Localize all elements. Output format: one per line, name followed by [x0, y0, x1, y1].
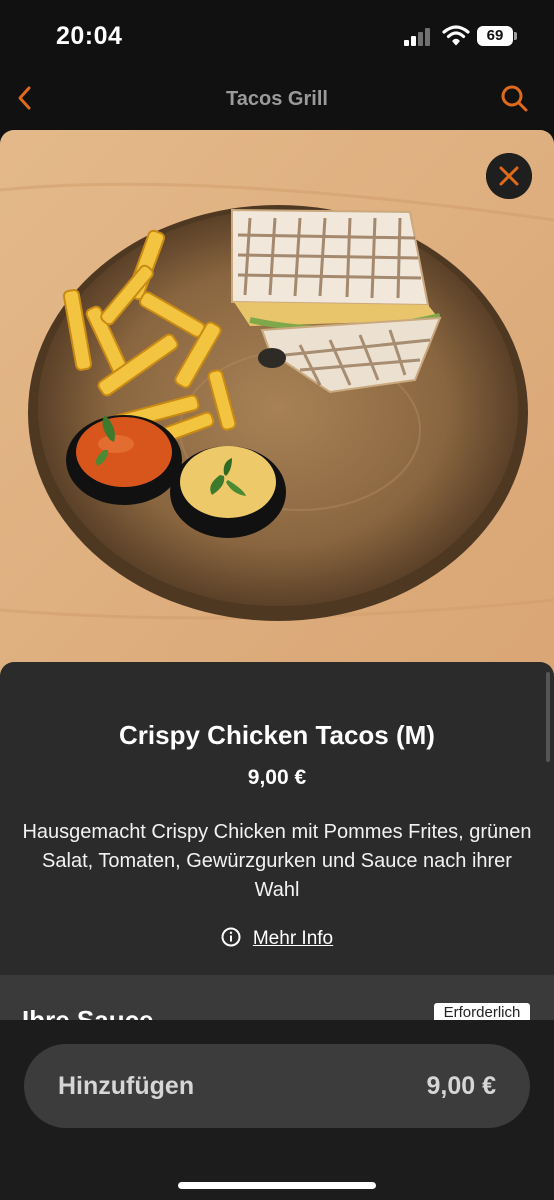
bottom-bar: Hinzufügen 9,00 € [0, 1020, 554, 1200]
add-to-cart-button[interactable]: Hinzufügen 9,00 € [24, 1044, 530, 1128]
item-title: Crispy Chicken Tacos (M) [119, 720, 435, 750]
item-description: Hausgemacht Crispy Chicken mit Pommes Fr… [22, 821, 532, 901]
battery-level: 69 [486, 27, 504, 44]
signal-icon [404, 28, 434, 46]
top-navigation: Tacos Grill [0, 72, 554, 124]
battery-icon: 69 [477, 26, 513, 46]
info-icon [221, 927, 241, 947]
item-price: 9,00 € [247, 766, 307, 789]
status-bar: 20:04 69 [0, 0, 554, 70]
close-icon[interactable] [486, 153, 532, 199]
search-icon[interactable] [498, 82, 530, 114]
battery-tip [514, 32, 517, 40]
add-button-label: Hinzufügen [58, 1072, 195, 1100]
add-button-price: 9,00 € [426, 1072, 496, 1100]
more-info-link[interactable]: Mehr Info [0, 927, 554, 953]
status-time: 20:04 [56, 22, 123, 50]
wifi-icon [442, 25, 470, 46]
food-photo [0, 130, 554, 690]
more-info-label[interactable]: Mehr Info [253, 928, 333, 949]
home-indicator [178, 1182, 376, 1189]
page-title: Tacos Grill [226, 88, 328, 110]
